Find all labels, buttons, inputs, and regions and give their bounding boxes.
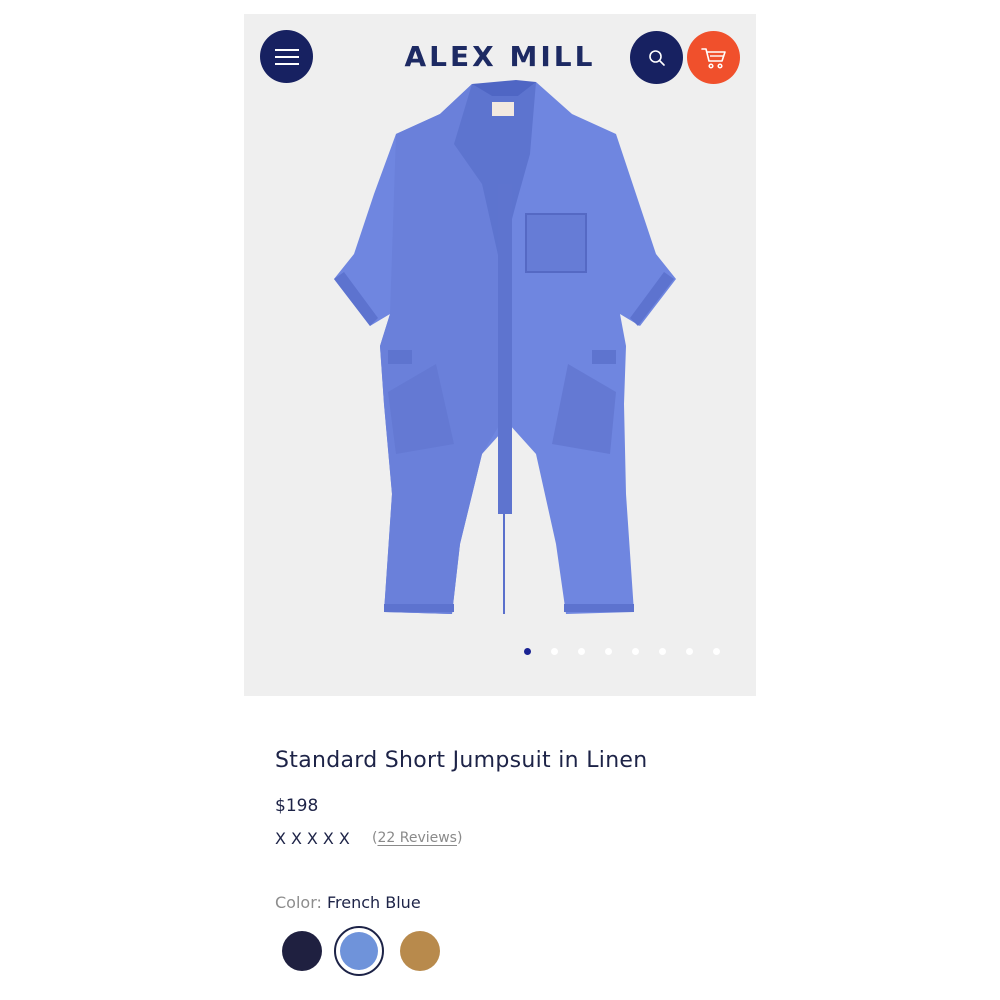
reviews-count[interactable]: (22 Reviews) [372,830,462,846]
color-label: Color: [275,893,322,912]
carousel-dot[interactable] [605,648,612,655]
color-swatch-tan[interactable] [400,931,440,971]
product-hero: ALEX MILL [244,14,756,696]
color-swatch-french-blue[interactable] [334,926,384,976]
carousel-dot[interactable] [578,648,585,655]
shopping-cart-icon [700,47,726,69]
product-price: $198 [275,796,319,816]
carousel-dot[interactable] [713,648,720,655]
color-selection: Color: French Blue [275,893,421,912]
carousel-dot[interactable] [632,648,639,655]
search-icon [648,49,665,66]
carousel-dot[interactable] [686,648,693,655]
color-value: French Blue [326,893,421,912]
product-title: Standard Short Jumpsuit in Linen [275,748,648,773]
rating-stars[interactable]: XXXXX [275,829,355,848]
carousel-dots [244,648,756,658]
reviews-link[interactable]: 22 Reviews [377,830,457,846]
color-swatch-fill [340,932,378,970]
carousel-dot[interactable] [659,648,666,655]
reviews-paren-close: ) [456,830,463,846]
carousel-dot[interactable] [551,648,558,655]
carousel-dot[interactable] [524,648,531,655]
color-swatch-navy[interactable] [282,931,322,971]
jumpsuit-product-image[interactable] [304,74,704,634]
